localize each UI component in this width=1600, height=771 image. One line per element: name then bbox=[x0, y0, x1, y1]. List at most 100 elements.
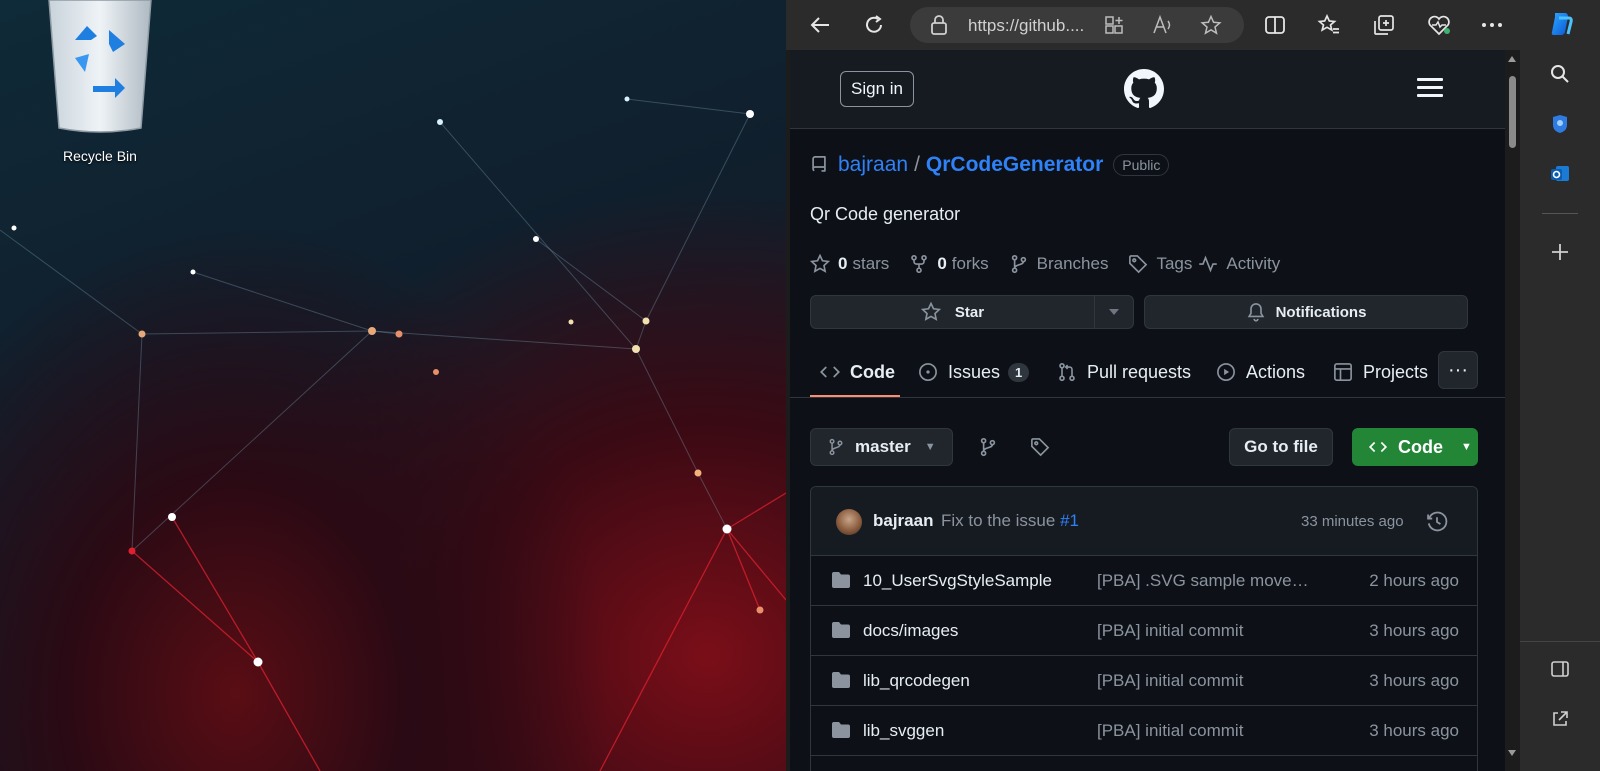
star-button[interactable]: Star bbox=[811, 296, 1095, 328]
stars-link[interactable]: 0 stars bbox=[810, 254, 889, 274]
commit-author-link[interactable]: bajraan bbox=[873, 511, 933, 531]
copilot-icon bbox=[1551, 13, 1573, 35]
collections-button[interactable] bbox=[1368, 9, 1400, 41]
branches-button[interactable] bbox=[976, 435, 1000, 459]
repo-name-link[interactable]: QrCodeGenerator bbox=[926, 153, 1103, 177]
favorites-button[interactable] bbox=[1313, 9, 1345, 41]
file-commit-message[interactable]: [PBA] initial commit bbox=[1097, 621, 1312, 641]
tab-issues[interactable]: Issues 1 bbox=[918, 346, 1030, 398]
tags-button[interactable] bbox=[1028, 435, 1052, 459]
browser-toolbar: https://github.... bbox=[786, 0, 1600, 50]
outlook-icon bbox=[1551, 166, 1569, 181]
tags-link[interactable]: Tags bbox=[1128, 254, 1192, 274]
settings-more-button[interactable] bbox=[1476, 9, 1508, 41]
tags-label: Tags bbox=[1156, 254, 1193, 273]
star-icon bbox=[810, 254, 830, 273]
recycle-bin-shortcut[interactable]: Recycle Bin bbox=[30, 0, 170, 164]
split-screen-button[interactable] bbox=[1259, 9, 1291, 41]
star-list-dropdown[interactable] bbox=[1095, 296, 1133, 328]
file-commit-message[interactable]: [PBA] initial commit bbox=[1097, 671, 1312, 691]
repo-title: bajraan / QrCodeGenerator Public bbox=[810, 150, 1170, 180]
latest-commit-row: bajraan Fix to the issue #1 33 minutes a… bbox=[811, 487, 1477, 556]
file-name-link[interactable]: docs/images bbox=[863, 621, 958, 641]
sidebar-add-button[interactable] bbox=[1520, 234, 1600, 270]
read-aloud-icon[interactable] bbox=[1152, 14, 1174, 40]
tab-code-label: Code bbox=[850, 361, 895, 382]
code-dropdown-button[interactable]: Code ▼ bbox=[1352, 428, 1478, 466]
file-row[interactable]: docs/images [PBA] initial commit 3 hours a… bbox=[811, 606, 1477, 656]
open-external-button[interactable] bbox=[1520, 701, 1600, 737]
tab-pull-requests[interactable]: Pull requests bbox=[1057, 346, 1191, 398]
folder-icon bbox=[831, 671, 851, 694]
repo-nav-tabs: Code Issues 1 Pull requests Actions Proj… bbox=[790, 346, 1505, 398]
history-icon[interactable] bbox=[1426, 511, 1448, 538]
tag-icon bbox=[1031, 438, 1050, 457]
file-commit-message[interactable]: [PBA] initial commit bbox=[1097, 721, 1312, 741]
file-commit-time: 3 hours ago bbox=[1369, 621, 1459, 640]
back-button[interactable] bbox=[804, 9, 836, 41]
tab-projects[interactable]: Projects bbox=[1333, 346, 1428, 398]
visibility-badge: Public bbox=[1113, 154, 1170, 176]
pull-request-icon bbox=[1057, 362, 1077, 382]
tab-actions[interactable]: Actions bbox=[1216, 346, 1305, 398]
notifications-button[interactable]: Notifications bbox=[1144, 295, 1468, 329]
star-icon bbox=[920, 302, 941, 321]
activity-link[interactable]: Activity bbox=[1198, 254, 1280, 274]
go-to-file-button[interactable]: Go to file bbox=[1229, 428, 1333, 466]
file-name-link[interactable]: 10_UserSvgStyleSample bbox=[863, 571, 1052, 591]
favorite-star-icon[interactable] bbox=[1200, 14, 1222, 40]
menu-hamburger-icon[interactable] bbox=[1417, 78, 1443, 98]
branches-link[interactable]: Branches bbox=[1009, 254, 1108, 274]
play-icon bbox=[1216, 362, 1236, 382]
issue-opened-icon bbox=[918, 362, 938, 382]
issue-link[interactable]: #1 bbox=[1060, 511, 1079, 530]
scroll-thumb[interactable] bbox=[1509, 76, 1516, 148]
scroll-down-arrow-icon[interactable] bbox=[1508, 750, 1516, 756]
scroll-up-arrow-icon[interactable] bbox=[1508, 56, 1516, 62]
activity-label: Activity bbox=[1226, 254, 1281, 273]
page-scrollbar[interactable] bbox=[1505, 50, 1520, 771]
refresh-button[interactable] bbox=[858, 9, 890, 41]
browser-essentials-button[interactable] bbox=[1423, 9, 1455, 41]
forks-link[interactable]: 0 forks bbox=[909, 254, 989, 274]
desktop-wallpaper: Recycle Bin bbox=[0, 0, 786, 771]
sidebar-search-button[interactable] bbox=[1520, 56, 1600, 92]
app-available-icon[interactable] bbox=[1104, 15, 1126, 40]
recycle-bin-label: Recycle Bin bbox=[63, 148, 137, 164]
more-tabs-button[interactable]: ··· bbox=[1438, 351, 1478, 389]
sidebar-bottom-divider bbox=[1520, 641, 1600, 642]
sidebar-panel-icon bbox=[1551, 661, 1569, 677]
file-row[interactable]: 10_UserSvgStyleSample [PBA] .SVG sample m… bbox=[811, 556, 1477, 606]
file-commit-message[interactable]: [PBA] .SVG sample move t... bbox=[1097, 571, 1312, 591]
collections-icon bbox=[1374, 15, 1394, 35]
fork-icon bbox=[911, 254, 928, 274]
tab-code[interactable]: Code bbox=[820, 346, 895, 398]
file-name-link[interactable]: lib_svggen bbox=[863, 721, 944, 741]
branch-selector[interactable]: master ▼ bbox=[810, 428, 953, 466]
back-arrow-icon bbox=[810, 17, 829, 33]
hide-sidebar-button[interactable] bbox=[1520, 651, 1600, 687]
sidebar-outlook-button[interactable] bbox=[1520, 156, 1600, 192]
sign-in-button[interactable]: Sign in bbox=[840, 71, 914, 107]
browser-sidebar bbox=[1520, 0, 1600, 771]
tab-actions-label: Actions bbox=[1246, 361, 1306, 382]
caret-down-icon: ▼ bbox=[924, 441, 936, 453]
tab-projects-label: Projects bbox=[1363, 361, 1429, 382]
url-text: https://github.... bbox=[968, 16, 1085, 35]
file-commit-time: 3 hours ago bbox=[1369, 721, 1459, 740]
repo-owner-link[interactable]: bajraan bbox=[838, 153, 908, 177]
file-name-link[interactable]: lib_qrcodegen bbox=[863, 671, 970, 691]
branch-name: master bbox=[855, 437, 911, 456]
copilot-button[interactable] bbox=[1520, 6, 1600, 42]
address-bar[interactable]: https://github.... bbox=[910, 7, 1244, 43]
issues-count-badge: 1 bbox=[1008, 362, 1030, 382]
favorites-icon bbox=[1317, 14, 1339, 34]
repo-stats: 0 stars 0 forks Branches Tags Activity bbox=[810, 250, 1300, 278]
code-icon bbox=[820, 362, 840, 382]
avatar[interactable] bbox=[836, 509, 862, 535]
sidebar-shopping-button[interactable] bbox=[1520, 106, 1600, 142]
github-logo-icon[interactable] bbox=[1124, 69, 1164, 114]
commit-message[interactable]: Fix to the issue #1 bbox=[941, 511, 1079, 531]
file-row[interactable]: lib_qrcodegen [PBA] initial commit 3 hours… bbox=[811, 656, 1477, 706]
file-row[interactable]: lib_svggen [PBA] initial commit 3 hours ag… bbox=[811, 706, 1477, 756]
